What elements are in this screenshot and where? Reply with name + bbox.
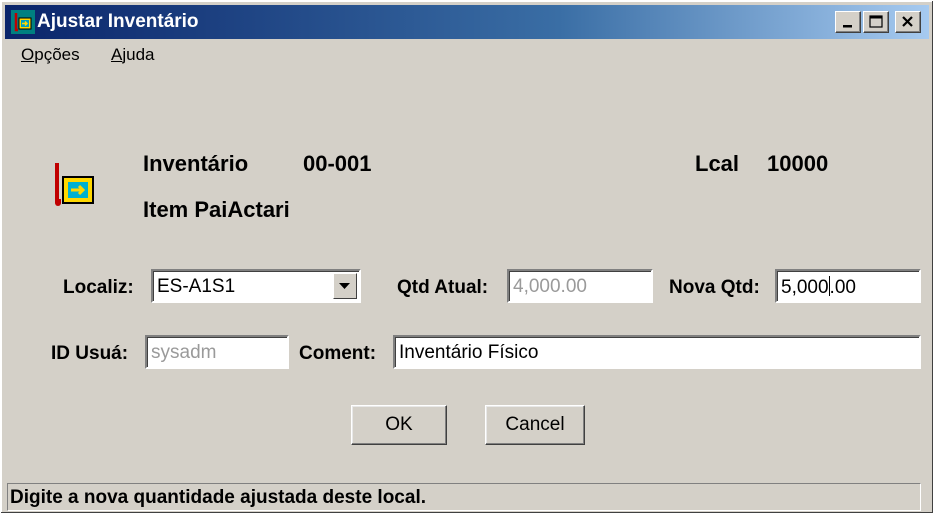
window-title: Ajustar Inventário	[37, 11, 199, 32]
close-icon	[902, 16, 913, 27]
user-id-field: sysadm	[145, 335, 289, 369]
menu-help[interactable]: Ajuda	[111, 45, 154, 65]
minimize-button[interactable]	[835, 11, 861, 33]
local-label: Lcal	[695, 151, 740, 176]
user-id-label: ID Usuá:	[51, 343, 129, 364]
comment-label: Coment:	[299, 343, 377, 364]
inventory-app-icon	[11, 10, 35, 34]
current-qty-value: 4,000.00	[513, 276, 587, 297]
ok-button[interactable]: OK	[351, 405, 447, 445]
local-value: 10000	[767, 151, 829, 176]
location-value: ES-A1S1	[157, 276, 236, 297]
inventory-adjust-icon	[55, 163, 94, 206]
status-message: Digite a nova quantidade ajustada deste …	[10, 487, 426, 508]
location-label: Localiz:	[63, 277, 134, 298]
chevron-down-icon	[339, 283, 350, 289]
menu-options[interactable]: Opções	[21, 45, 80, 65]
dropdown-button[interactable]	[333, 273, 357, 299]
comment-input[interactable]: Inventário Físico	[393, 335, 921, 369]
maximize-icon	[869, 15, 883, 28]
adjust-inventory-window: Ajustar Inventário Opções Ajuda Inventár…	[0, 0, 934, 514]
user-id-value: sysadm	[151, 342, 217, 363]
close-button[interactable]	[895, 11, 921, 33]
inventory-label: Inventário	[143, 151, 249, 176]
item-text: Item PaiActari	[143, 197, 290, 222]
maximize-button[interactable]	[863, 11, 889, 33]
new-qty-input[interactable]: 5,000.00	[775, 269, 921, 303]
current-qty-label: Qtd Atual:	[397, 277, 489, 298]
new-qty-label: Nova Qtd:	[669, 277, 760, 298]
menu-help-rest: juda	[122, 45, 155, 64]
menu-options-accel: O	[21, 45, 35, 64]
new-qty-value-end: .00	[829, 277, 856, 298]
cancel-button[interactable]: Cancel	[485, 405, 585, 445]
current-qty-field: 4,000.00	[507, 269, 653, 303]
new-qty-value-start: 5,000	[781, 277, 829, 298]
menu-help-accel: A	[111, 45, 123, 64]
menu-options-rest: pções	[34, 45, 80, 64]
minimize-icon	[843, 25, 852, 28]
comment-value: Inventário Físico	[399, 342, 539, 363]
status-bar: Digite a nova quantidade ajustada deste …	[7, 483, 921, 511]
location-dropdown[interactable]: ES-A1S1	[151, 269, 361, 303]
title-bar[interactable]: Ajustar Inventário	[5, 5, 929, 39]
inventory-value: 00-001	[303, 151, 372, 176]
